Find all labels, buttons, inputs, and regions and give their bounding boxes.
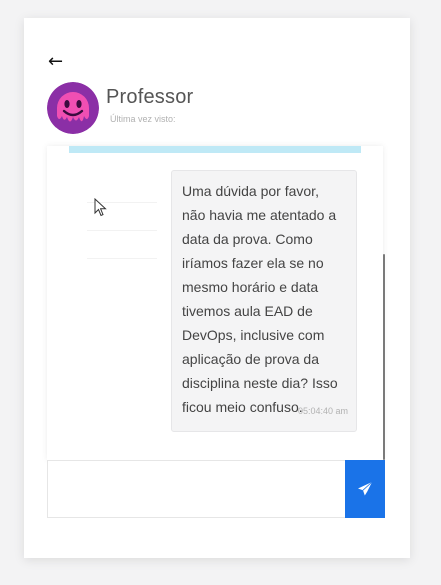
melting-smiley-icon bbox=[47, 82, 99, 134]
back-arrow-icon[interactable]: ← bbox=[48, 53, 68, 71]
divider bbox=[87, 258, 157, 259]
scrollbar[interactable] bbox=[383, 254, 385, 460]
divider bbox=[87, 230, 157, 231]
message-input[interactable] bbox=[48, 461, 345, 517]
message-list[interactable]: Uma dúvida por favor, não havia me atent… bbox=[47, 146, 383, 460]
chat-window: ← Professor Última vez visto: Uma dúvida… bbox=[24, 18, 410, 558]
mouse-cursor-icon bbox=[94, 198, 107, 217]
message-bubble: Uma dúvida por favor, não havia me atent… bbox=[171, 170, 357, 432]
message-list-top-strip bbox=[69, 146, 361, 153]
paper-plane-icon bbox=[358, 481, 373, 496]
avatar bbox=[47, 82, 99, 134]
send-button[interactable] bbox=[345, 460, 385, 518]
message-composer bbox=[47, 460, 345, 518]
message-text: Uma dúvida por favor, não havia me atent… bbox=[182, 183, 338, 415]
last-seen-status: Última vez visto: bbox=[110, 114, 176, 124]
message-timestamp: 05:04:40 am bbox=[297, 406, 348, 416]
contact-name: Professor bbox=[106, 86, 194, 108]
